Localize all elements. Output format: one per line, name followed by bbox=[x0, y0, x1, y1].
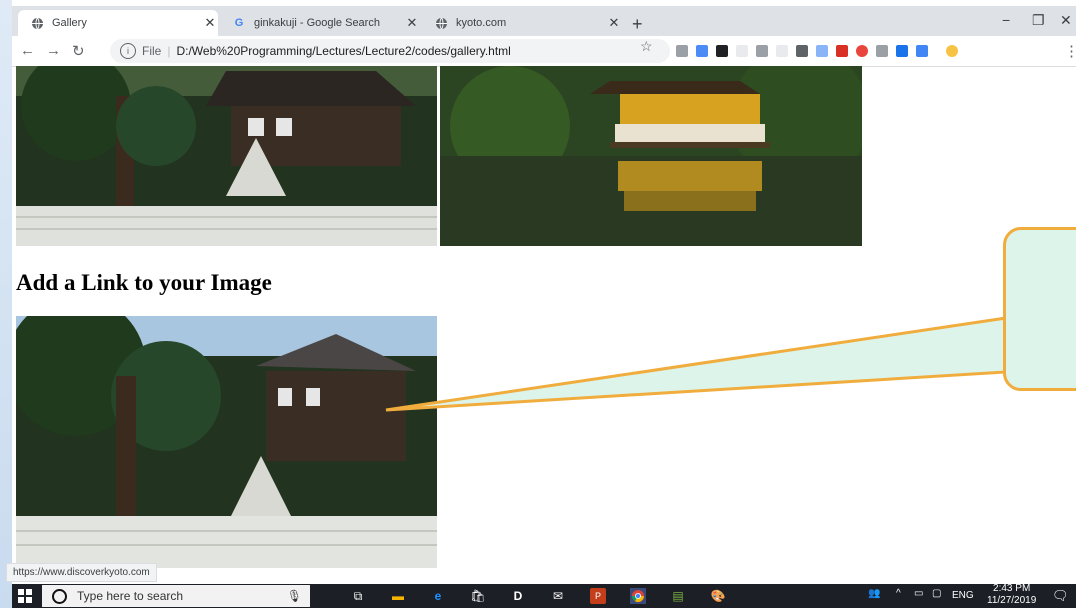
task-view-icon[interactable]: ⧉ bbox=[350, 588, 366, 604]
clock-date: 11/27/2019 bbox=[987, 595, 1037, 606]
cortana-icon bbox=[52, 588, 67, 604]
windows-start-icon[interactable] bbox=[18, 589, 32, 603]
callout-box bbox=[1003, 227, 1076, 391]
windows-taskbar: Type here to search 🎙 ⧉ ▬ e 🛍 D ✉ P ▤ 🎨 … bbox=[12, 583, 1076, 608]
file-explorer-icon[interactable]: ▬ bbox=[390, 588, 406, 604]
chrome-icon[interactable] bbox=[630, 588, 646, 604]
notes-icon[interactable]: ▤ bbox=[670, 588, 686, 604]
clock-time: 2:43 PM bbox=[993, 583, 1031, 594]
mail-icon[interactable]: ✉ bbox=[550, 588, 566, 604]
status-url-tooltip: https://www.discoverkyoto.com bbox=[6, 563, 157, 582]
powerpoint-icon[interactable]: P bbox=[590, 588, 606, 604]
clock[interactable]: 2:43 PM 11/27/2019 bbox=[987, 583, 1036, 607]
store-icon[interactable]: 🛍 bbox=[470, 588, 486, 604]
battery-icon[interactable]: ▭ bbox=[914, 588, 923, 599]
language-indicator[interactable]: ENG bbox=[952, 590, 974, 601]
app-d-icon[interactable]: D bbox=[510, 588, 526, 604]
tray-chevron-icon[interactable]: ^ bbox=[896, 588, 901, 599]
notification-icon[interactable]: 🗨 bbox=[1052, 588, 1069, 604]
taskbar-search-input[interactable]: Type here to search 🎙 bbox=[42, 585, 310, 607]
people-icon[interactable]: 👥 bbox=[868, 588, 880, 599]
network-icon[interactable]: ▢ bbox=[932, 588, 941, 599]
callout-pointer bbox=[385, 316, 1008, 412]
paint-icon[interactable]: 🎨 bbox=[710, 588, 726, 604]
taskbar-search-placeholder: Type here to search bbox=[77, 589, 184, 603]
edge-icon[interactable]: e bbox=[430, 588, 446, 604]
microphone-icon[interactable]: 🎙 bbox=[287, 589, 302, 603]
